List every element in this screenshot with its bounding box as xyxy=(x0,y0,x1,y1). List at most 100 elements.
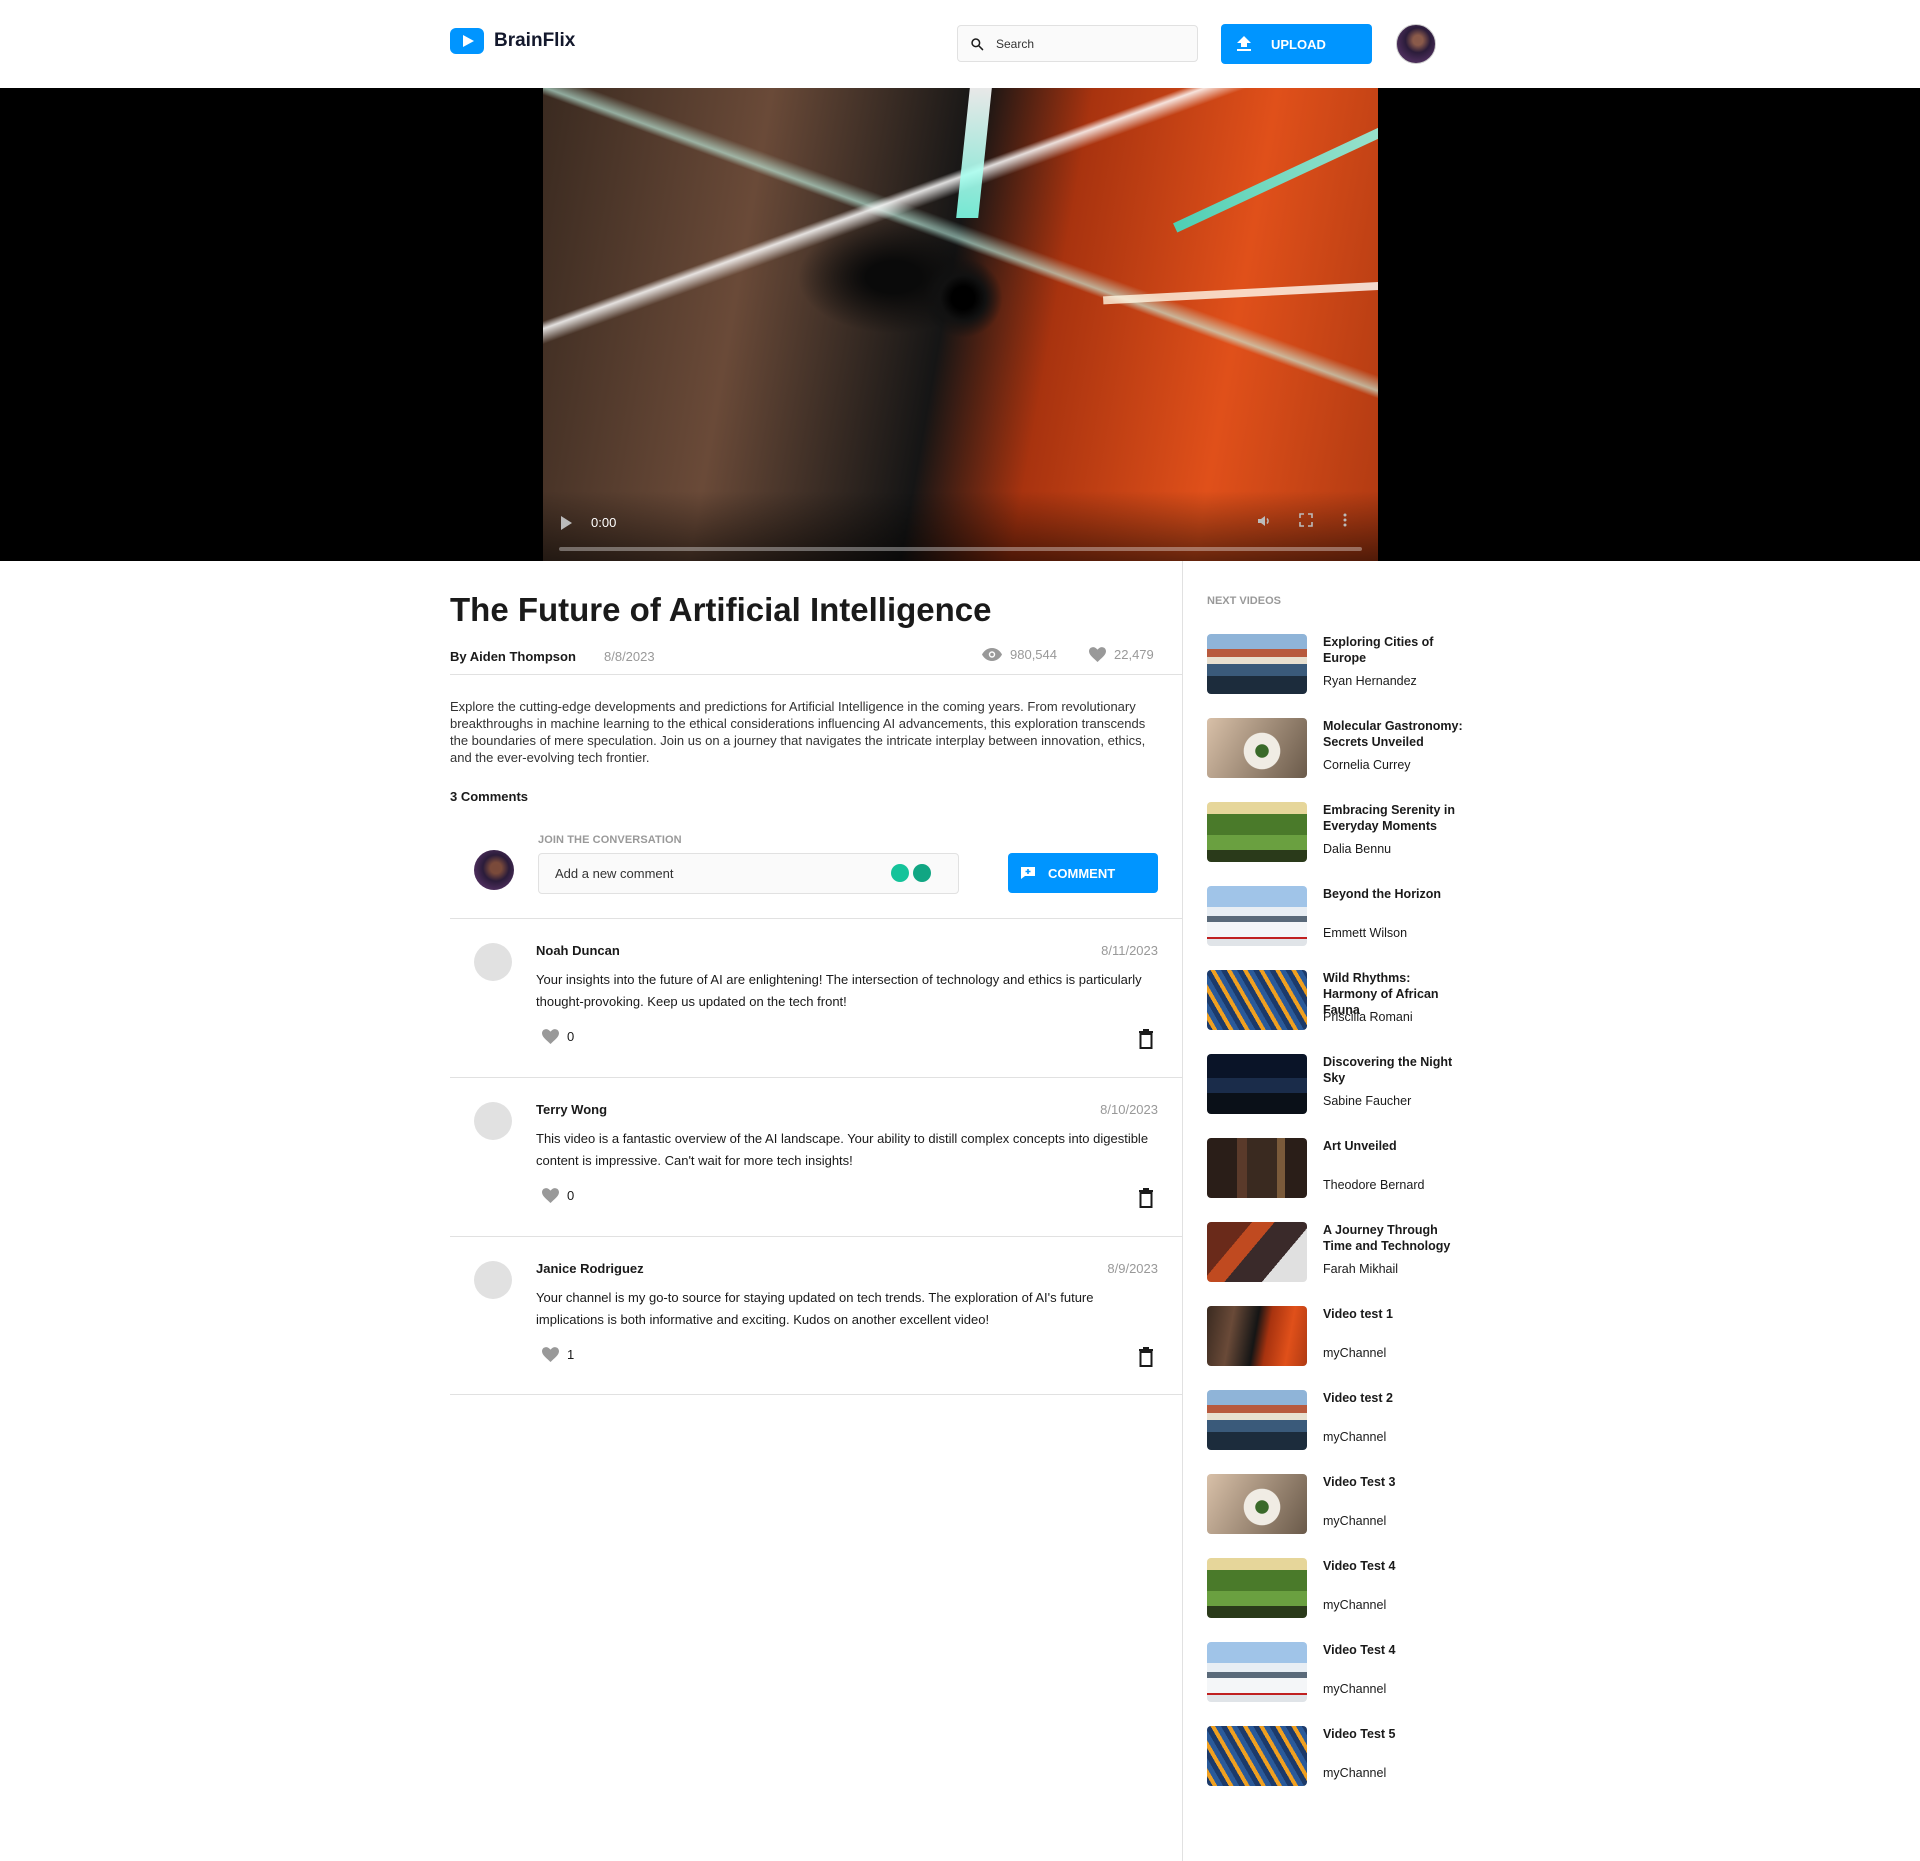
next-video-item[interactable]: Wild Rhythms: Harmony of African Fauna Pr… xyxy=(1207,970,1467,1054)
commenter-name: Terry Wong xyxy=(536,1102,608,1117)
next-video-item[interactable]: Video Test 5 myChannel xyxy=(1207,1726,1467,1810)
video-thumbnail[interactable] xyxy=(1207,1558,1307,1618)
next-video-item[interactable]: Discovering the Night Sky Sabine Faucher xyxy=(1207,1054,1467,1138)
video-thumbnail[interactable] xyxy=(1207,1726,1307,1786)
video-frame-light xyxy=(1103,279,1378,305)
next-video-title: Video Test 5 xyxy=(1323,1727,1396,1741)
trash-icon[interactable] xyxy=(1138,1347,1154,1367)
comment-like-count: 0 xyxy=(567,1029,575,1044)
play-icon[interactable] xyxy=(561,516,572,530)
video-thumbnail[interactable] xyxy=(1207,970,1307,1030)
bulb-icon[interactable] xyxy=(891,864,909,882)
next-video-item[interactable]: Molecular Gastronomy: Secrets Unveiled Co… xyxy=(1207,718,1467,802)
volume-icon[interactable] xyxy=(1255,513,1273,531)
next-videos-heading: NEXT VIDEOS xyxy=(1207,595,1281,607)
next-video-title: Beyond the Horizon xyxy=(1323,887,1442,901)
brand-logo[interactable]: BrainFlix xyxy=(450,28,575,54)
next-video-channel: myChannel xyxy=(1323,1346,1387,1360)
video-title: The Future of Artificial Intelligence xyxy=(450,591,992,628)
fullscreen-icon[interactable] xyxy=(1297,513,1315,531)
next-video-item[interactable]: Video test 1 myChannel xyxy=(1207,1306,1467,1390)
likes-counter: 22,479 xyxy=(1089,647,1154,662)
next-video-channel: Dalia Bennu xyxy=(1323,842,1392,856)
upload-label: UPLOAD xyxy=(1271,36,1326,52)
grammarly-icon[interactable] xyxy=(913,864,931,882)
next-video-item[interactable]: Video Test 4 myChannel xyxy=(1207,1642,1467,1726)
comment-like-button[interactable]: 0 xyxy=(542,1188,574,1203)
comment-item: Terry Wong 8/10/2023 This video is a fan… xyxy=(450,1077,1182,1236)
comment-button-label: COMMENT xyxy=(1048,865,1116,881)
next-video-item[interactable]: Video Test 4 myChannel xyxy=(1207,1558,1467,1642)
next-video-channel: myChannel xyxy=(1323,1598,1387,1612)
comment-text: Your channel is my go-to source for stay… xyxy=(536,1290,1094,1327)
video-meta: By Aiden Thompson 8/8/2023 980,544 22,47… xyxy=(450,645,1182,675)
commenter-name: Janice Rodriguez xyxy=(536,1261,644,1276)
video-frame-light xyxy=(956,88,992,218)
next-video-title: Exploring Cities of Europe xyxy=(1323,635,1434,665)
more-options-icon[interactable] xyxy=(1336,513,1354,531)
video-time: 0:00 xyxy=(591,515,617,530)
video-thumbnail[interactable] xyxy=(1207,1222,1307,1282)
next-video-item[interactable]: Video test 2 myChannel xyxy=(1207,1390,1467,1474)
comment-item: Noah Duncan 8/11/2023 Your insights into… xyxy=(450,918,1182,1077)
next-video-item[interactable]: Exploring Cities of Europe Ryan Hernandez xyxy=(1207,634,1467,718)
next-video-title: Video Test 4 xyxy=(1323,1559,1396,1573)
video-player[interactable]: 0:00 xyxy=(543,88,1378,561)
search-box[interactable] xyxy=(957,25,1198,62)
heart-icon xyxy=(542,1029,559,1044)
add-comment-icon xyxy=(1021,867,1035,879)
user-avatar xyxy=(474,850,514,890)
video-thumbnail[interactable] xyxy=(1207,718,1307,778)
video-progress-bar[interactable] xyxy=(559,547,1362,551)
commenter-avatar xyxy=(474,1102,512,1140)
video-date: 8/8/2023 xyxy=(604,649,655,664)
next-video-channel: Priscilla Romani xyxy=(1323,1010,1413,1024)
user-avatar[interactable] xyxy=(1396,24,1436,64)
next-video-item[interactable]: Embracing Serenity in Everyday Moments Da… xyxy=(1207,802,1467,886)
next-video-channel: myChannel xyxy=(1323,1682,1387,1696)
video-thumbnail[interactable] xyxy=(1207,1642,1307,1702)
next-videos-list: Exploring Cities of Europe Ryan Hernandez… xyxy=(1207,634,1467,1810)
comment-submit-button[interactable]: COMMENT xyxy=(1008,853,1158,893)
next-video-channel: Farah Mikhail xyxy=(1323,1262,1399,1276)
upload-icon xyxy=(1237,36,1251,51)
video-thumbnail[interactable] xyxy=(1207,634,1307,694)
next-video-title: Video Test 4 xyxy=(1323,1643,1396,1657)
next-video-item[interactable]: Art Unveiled Theodore Bernard xyxy=(1207,1138,1467,1222)
video-thumbnail[interactable] xyxy=(1207,802,1307,862)
trash-icon[interactable] xyxy=(1138,1029,1154,1049)
next-video-title: Video Test 3 xyxy=(1323,1475,1396,1489)
video-thumbnail[interactable] xyxy=(1207,886,1307,946)
next-video-item[interactable]: Video Test 3 myChannel xyxy=(1207,1474,1467,1558)
video-thumbnail[interactable] xyxy=(1207,1054,1307,1114)
column-divider xyxy=(1182,561,1183,1861)
next-video-channel: Ryan Hernandez xyxy=(1323,674,1417,688)
upload-button[interactable]: UPLOAD xyxy=(1221,24,1372,64)
trash-icon[interactable] xyxy=(1138,1188,1154,1208)
brand-name: BrainFlix xyxy=(494,30,576,51)
next-video-title: Video test 2 xyxy=(1323,1391,1393,1405)
video-section: 0:00 xyxy=(0,88,1920,561)
comment-like-button[interactable]: 0 xyxy=(542,1029,574,1044)
video-description: Explore the cutting-edge developments an… xyxy=(450,699,1146,765)
video-thumbnail[interactable] xyxy=(1207,1390,1307,1450)
views-counter: 980,544 xyxy=(982,647,1057,662)
next-video-item[interactable]: A Journey Through Time and Technology Far… xyxy=(1207,1222,1467,1306)
join-conversation-label: JOIN THE CONVERSATION xyxy=(538,834,682,846)
site-header: BrainFlix UPLOAD xyxy=(0,0,1920,88)
grammar-extension-icons[interactable] xyxy=(891,864,931,882)
search-input[interactable] xyxy=(996,36,1176,51)
play-logo-icon xyxy=(450,28,484,54)
next-video-channel: Emmett Wilson xyxy=(1323,926,1408,940)
video-thumbnail[interactable] xyxy=(1207,1474,1307,1534)
comment-item: Janice Rodriguez 8/9/2023 Your channel i… xyxy=(450,1236,1182,1395)
next-video-title: Art Unveiled xyxy=(1323,1139,1397,1153)
next-video-title: Video test 1 xyxy=(1323,1307,1393,1321)
heart-icon xyxy=(542,1188,559,1203)
comment-like-button[interactable]: 1 xyxy=(542,1347,574,1362)
next-video-channel: myChannel xyxy=(1323,1430,1387,1444)
video-thumbnail[interactable] xyxy=(1207,1306,1307,1366)
heart-icon xyxy=(542,1347,559,1362)
video-thumbnail[interactable] xyxy=(1207,1138,1307,1198)
next-video-item[interactable]: Beyond the Horizon Emmett Wilson xyxy=(1207,886,1467,970)
